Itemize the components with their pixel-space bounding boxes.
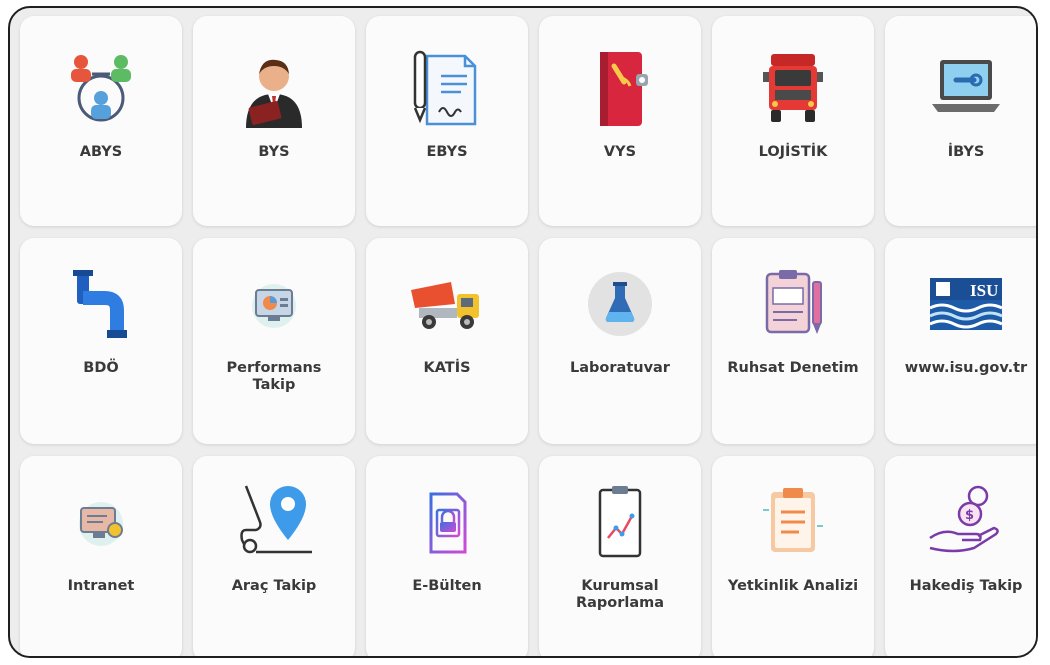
tile-vys[interactable]: VYS (539, 16, 701, 226)
signed-document-icon (405, 48, 489, 128)
app-launcher-panel: ABYS BYS EBYS VYS LOJİSTİK İBYS BDÖ Perf… (8, 6, 1038, 658)
tile-ibys[interactable]: İBYS (885, 16, 1036, 226)
tile-label: Ruhsat Denetim (727, 360, 859, 376)
tile-label: KATİS (423, 360, 471, 376)
tile-arac-takip[interactable]: Araç Takip (193, 456, 355, 656)
tile-label: Laboratuvar (570, 360, 670, 376)
tile-ebys[interactable]: EBYS (366, 16, 528, 226)
isu-logo-icon: ISU (924, 264, 1008, 344)
people-network-icon (59, 48, 143, 128)
vehicle-location-icon (232, 482, 316, 562)
intranet-icon (59, 482, 143, 562)
truck-front-icon (751, 48, 835, 128)
tile-label: LOJİSTİK (758, 144, 828, 160)
tile-label: Intranet (67, 578, 135, 594)
tile-label: İBYS (947, 144, 985, 160)
tile-yetkinlik-analizi[interactable]: Yetkinlik Analizi (712, 456, 874, 656)
tile-label: Hakediş Takip (909, 578, 1023, 594)
tile-abys[interactable]: ABYS (20, 16, 182, 226)
tile-label: Araç Takip (231, 578, 317, 594)
tile-laboratuvar[interactable]: Laboratuvar (539, 238, 701, 444)
laptop-wrench-icon (924, 48, 1008, 128)
dump-truck-icon (405, 264, 489, 344)
pipe-icon (59, 264, 143, 344)
tile-label: ABYS (79, 144, 123, 160)
businessman-icon (232, 48, 316, 128)
tile-label: BDÖ (83, 360, 119, 376)
tile-kurumsal-raporlama[interactable]: Kurumsal Raporlama (539, 456, 701, 656)
tile-label: Kurumsal Raporlama (575, 578, 665, 611)
tile-label: www.isu.gov.tr (904, 360, 1028, 376)
tile-performans-takip[interactable]: Performans Takip (193, 238, 355, 444)
bulletin-icon (405, 482, 489, 562)
lab-flask-icon (578, 264, 662, 344)
tile-hakedis-takip[interactable]: $ Hakediş Takip (885, 456, 1036, 656)
tile-katis[interactable]: KATİS (366, 238, 528, 444)
app-grid: ABYS BYS EBYS VYS LOJİSTİK İBYS BDÖ Perf… (20, 16, 1036, 656)
tile-intranet[interactable]: Intranet (20, 456, 182, 656)
tile-label: VYS (603, 144, 637, 160)
report-chart-icon (578, 482, 662, 562)
tile-label: EBYS (426, 144, 468, 160)
tile-label: Yetkinlik Analizi (727, 578, 859, 594)
payment-hand-icon: $ (924, 482, 1008, 562)
tile-lojistik[interactable]: LOJİSTİK (712, 16, 874, 226)
clipboard-pen-icon (751, 264, 835, 344)
svg-text:ISU: ISU (970, 281, 998, 300)
tile-label: BYS (258, 144, 290, 160)
tile-isu-web[interactable]: ISU www.isu.gov.tr (885, 238, 1036, 444)
tile-e-bulten[interactable]: E-Bülten (366, 456, 528, 656)
tile-label: Performans Takip (226, 360, 322, 393)
red-notebook-icon (578, 48, 662, 128)
tile-label: E-Bülten (412, 578, 482, 594)
tile-ruhsat-denetim[interactable]: Ruhsat Denetim (712, 238, 874, 444)
checklist-clipboard-icon (751, 482, 835, 562)
tile-bys[interactable]: BYS (193, 16, 355, 226)
svg-text:$: $ (965, 508, 974, 523)
performance-monitor-icon (232, 264, 316, 344)
tile-bdo[interactable]: BDÖ (20, 238, 182, 444)
